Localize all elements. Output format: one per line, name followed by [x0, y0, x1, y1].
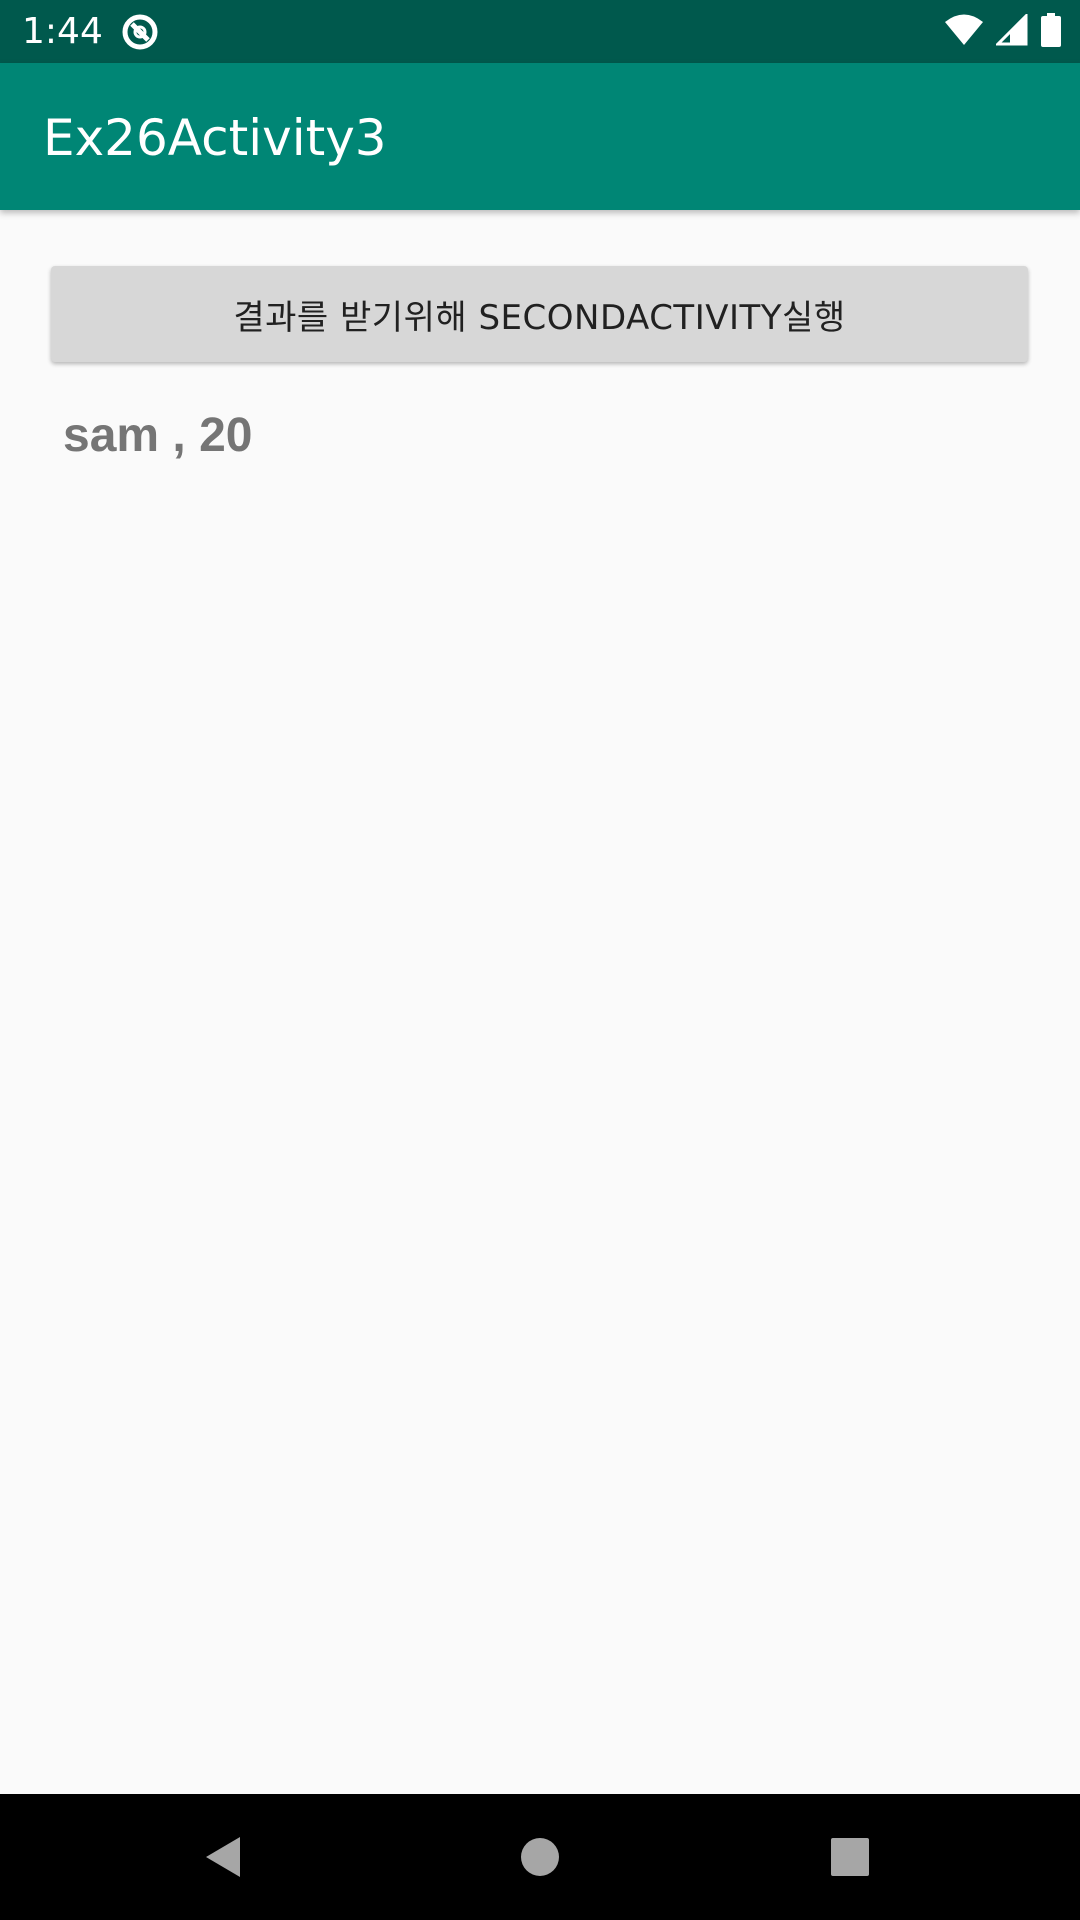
recents-icon[interactable] [817, 1824, 883, 1890]
wifi-icon [944, 13, 984, 52]
result-text: sam , 20 [63, 409, 253, 462]
status-icons [944, 11, 1062, 52]
status-bar: 1:44 [0, 0, 1080, 63]
cell-signal-icon [994, 11, 1028, 51]
app-bar: Ex26Activity3 [0, 63, 1080, 210]
status-time: 1:44 [22, 11, 103, 52]
screen: 1:44 Ex26Activity3 결과를 받기위해 SECONDACTIVI… [0, 0, 1080, 1920]
app-title: Ex26Activity3 [43, 109, 387, 167]
nav-bar [0, 1794, 1080, 1920]
home-icon[interactable] [507, 1824, 573, 1890]
notification-icon [120, 12, 160, 52]
back-icon[interactable] [192, 1824, 258, 1890]
run-second-activity-button[interactable]: 결과를 받기위해 SECONDACTIVITY실행 [51, 266, 1028, 362]
battery-icon [1040, 12, 1062, 52]
